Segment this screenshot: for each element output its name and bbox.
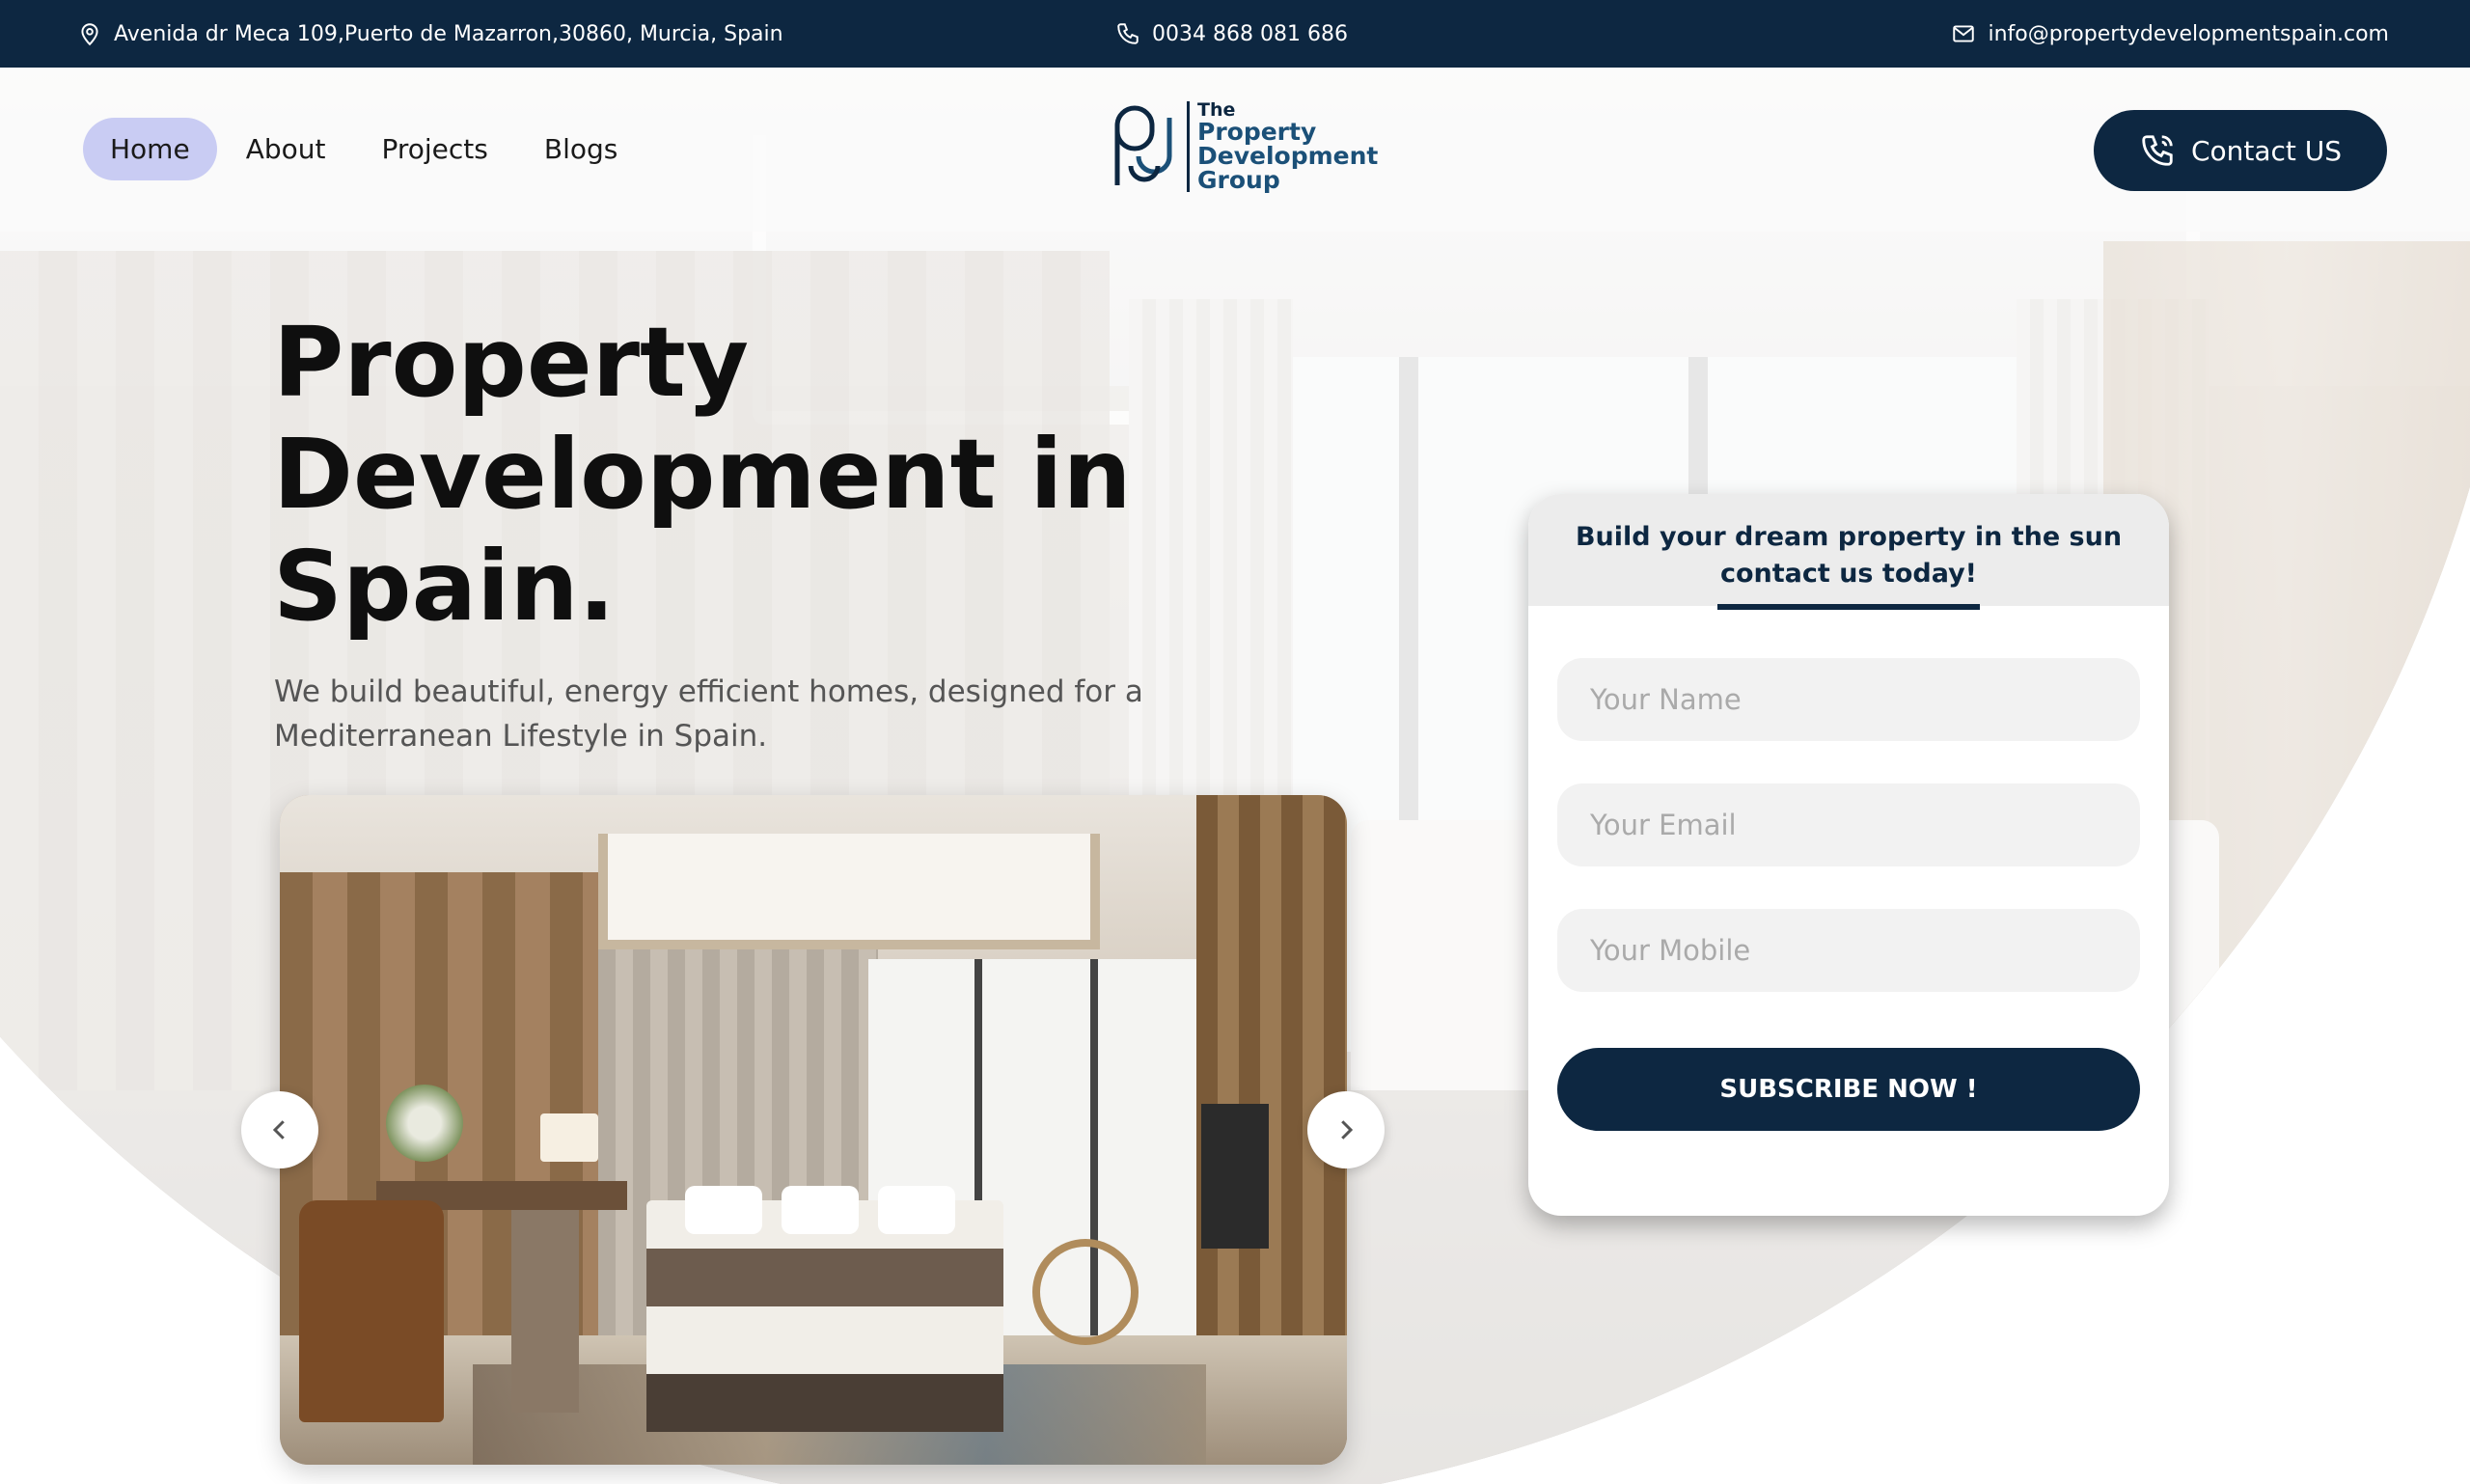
nav-links: Home About Projects Blogs bbox=[83, 118, 645, 180]
slider-next-button[interactable] bbox=[1307, 1091, 1385, 1168]
subscribe-button[interactable]: SUBSCRIBE NOW ! bbox=[1557, 1048, 2140, 1131]
chevron-right-icon bbox=[1341, 1120, 1354, 1140]
logo-monogram-icon bbox=[1114, 105, 1172, 185]
chevron-left-icon bbox=[272, 1120, 285, 1140]
nav-item-home[interactable]: Home bbox=[83, 118, 217, 180]
envelope-icon bbox=[1953, 25, 1975, 42]
phone-text[interactable]: 0034 868 081 686 bbox=[1152, 22, 1348, 46]
brand-logo[interactable]: The Property Development Group bbox=[1110, 98, 1378, 195]
logo-line-group: Group bbox=[1197, 166, 1280, 194]
main-navbar: Home About Projects Blogs The Property D… bbox=[0, 68, 2470, 232]
logo-line-development: Development bbox=[1197, 142, 1379, 170]
phone-call-icon bbox=[2142, 135, 2173, 166]
slider-prev-button[interactable] bbox=[241, 1091, 318, 1168]
hero-subtitle-line: Mediterranean Lifestyle in Spain. bbox=[274, 719, 768, 754]
nav-item-about[interactable]: About bbox=[246, 118, 326, 180]
form-heading: Build your dream property in the sun con… bbox=[1528, 494, 2169, 610]
name-input[interactable] bbox=[1557, 658, 2140, 741]
hero-subtitle-line: We build beautiful, energy efficient hom… bbox=[274, 674, 1143, 709]
nav-item-blogs[interactable]: Blogs bbox=[544, 118, 618, 180]
hero-title: Property Development in Spain. bbox=[273, 307, 1238, 643]
bedroom-photo bbox=[280, 795, 1347, 1465]
address-text: Avenida dr Meca 109,Puerto de Mazarron,3… bbox=[114, 21, 783, 46]
phone-icon bbox=[1117, 23, 1139, 44]
logo-line-property: Property bbox=[1197, 118, 1317, 146]
map-pin-icon bbox=[81, 23, 98, 46]
nav-item-projects[interactable]: Projects bbox=[381, 118, 487, 180]
email-input[interactable] bbox=[1557, 783, 2140, 866]
email-text[interactable]: info@propertydevelopmentspain.com bbox=[1988, 22, 2389, 46]
page: Avenida dr Meca 109,Puerto de Mazarron,3… bbox=[0, 0, 2470, 1484]
contact-us-label: Contact US bbox=[2190, 134, 2343, 167]
logo-wordmark: The Property Development Group bbox=[1187, 101, 1378, 192]
form-heading-line: contact us today! bbox=[1720, 559, 1977, 589]
contact-form-card: Build your dream property in the sun con… bbox=[1528, 494, 2169, 1216]
email-info[interactable]: info@propertydevelopmentspain.com bbox=[1951, 0, 2389, 68]
image-slider[interactable] bbox=[280, 795, 1347, 1465]
phone-info[interactable]: 0034 868 081 686 bbox=[1115, 0, 1348, 68]
hero-title-line: Development in bbox=[273, 418, 1132, 531]
hero-title-line: Property bbox=[273, 306, 750, 419]
form-heading-line: Build your dream property in the sun bbox=[1575, 522, 2123, 552]
top-contact-bar: Avenida dr Meca 109,Puerto de Mazarron,3… bbox=[0, 0, 2470, 68]
heading-underline bbox=[1717, 604, 1980, 610]
mobile-input[interactable] bbox=[1557, 909, 2140, 992]
hero-title-line: Spain. bbox=[273, 530, 616, 643]
address-info: Avenida dr Meca 109,Puerto de Mazarron,3… bbox=[77, 0, 783, 68]
hero-subtitle: We build beautiful, energy efficient hom… bbox=[274, 670, 1239, 758]
contact-us-button[interactable]: Contact US bbox=[2094, 110, 2387, 191]
